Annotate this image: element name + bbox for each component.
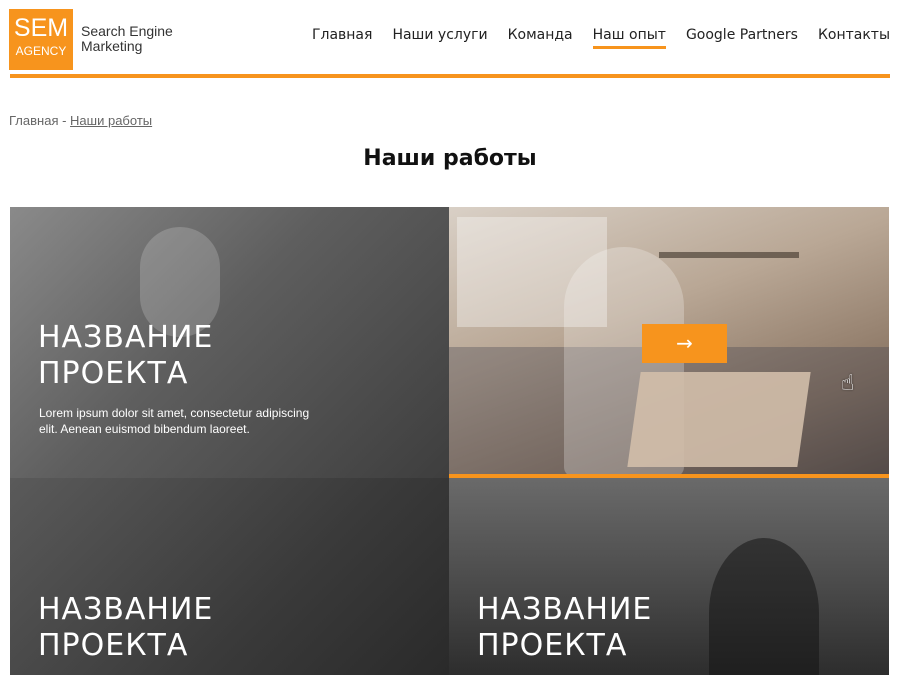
main-nav: Главная Наши услуги Команда Наш опыт Goo… [312,25,890,49]
project-card-3[interactable]: НАЗВАНИЕ ПРОЕКТА [10,478,449,675]
nav-item-home[interactable]: Главная [312,25,372,45]
photo-tree [709,538,819,675]
breadcrumb-current-link[interactable]: Наши работы [70,113,152,128]
hand-pointer-icon: ☝ [841,371,855,396]
nav-item-contacts[interactable]: Контакты [818,25,890,45]
project-title-1-line-1: НАЗВАНИЕ [38,320,214,355]
site-header: SEM AGENCY Search Engine Marketing Главн… [0,0,900,78]
project-card-2[interactable]: → ☝ [449,207,889,478]
project-title-4: НАЗВАНИЕ ПРОЕКТА [477,592,652,664]
projects-grid: НАЗВАНИЕ ПРОЕКТА Lorem ipsum dolor sit a… [10,207,889,675]
arrow-right-icon: → [676,331,693,355]
breadcrumb: Главная - Наши работы [9,113,152,128]
project-title-3-line-1: НАЗВАНИЕ [38,592,214,627]
project-card-4[interactable]: НАЗВАНИЕ ПРОЕКТА [449,478,889,675]
project-title-3: НАЗВАНИЕ ПРОЕКТА [38,592,213,664]
photo-shelf [659,252,799,258]
tagline-line-2: Marketing [81,38,143,54]
project-description-1: Lorem ipsum dolor sit amet, consectetur … [39,406,310,436]
breadcrumb-separator: - [58,113,71,128]
nav-item-team[interactable]: Команда [508,25,573,45]
nav-item-google-partners[interactable]: Google Partners [686,25,798,45]
photo-laptop [627,372,811,467]
tagline-line-1: Search Engine [81,23,173,39]
breadcrumb-home-link[interactable]: Главная [9,113,58,128]
project-card-1[interactable]: НАЗВАНИЕ ПРОЕКТА Lorem ipsum dolor sit a… [10,207,449,478]
logo-text-sem: SEM [13,14,69,42]
project-title-3-line-2: ПРОЕКТА [38,628,189,663]
sem-agency-logo[interactable]: SEM AGENCY [9,9,73,70]
project-title-4-line-2: ПРОЕКТА [477,628,628,663]
header-divider [10,74,890,78]
project-title-1-line-2: ПРОЕКТА [38,356,189,391]
logo-text-agency: AGENCY [15,44,67,58]
nav-item-services[interactable]: Наши услуги [392,25,487,45]
tagline: Search Engine Marketing [81,24,173,54]
nav-item-experience[interactable]: Наш опыт [592,25,667,49]
page-title: Наши работы [363,146,537,171]
project-title-1: НАЗВАНИЕ ПРОЕКТА [38,320,213,392]
project-open-button[interactable]: → [642,324,727,363]
project-title-4-line-1: НАЗВАНИЕ [477,592,653,627]
